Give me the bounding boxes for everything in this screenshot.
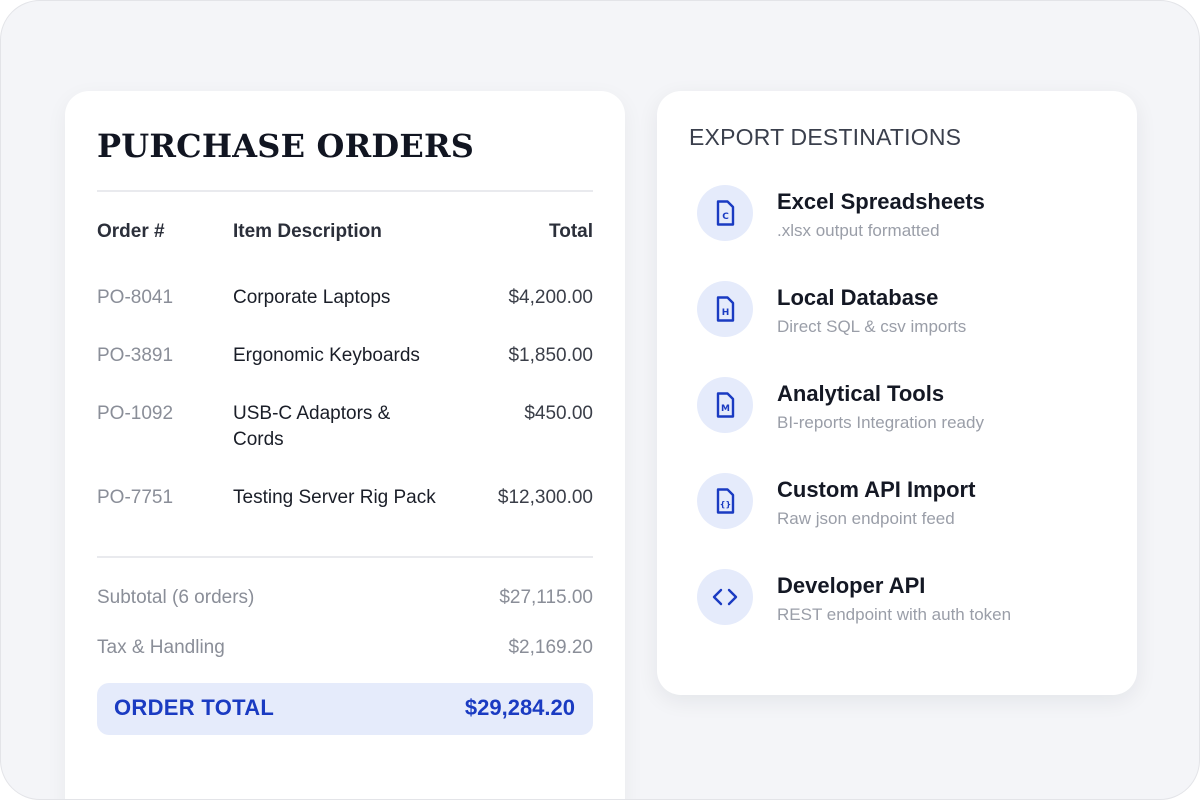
destination-label: Developer API xyxy=(777,573,926,598)
file-glyph: M xyxy=(721,404,730,414)
table-row-total: $1,850.00 xyxy=(508,345,593,366)
tax-label: Tax & Handling xyxy=(97,637,225,658)
order-total-bar: ORDER TOTAL $29,284.20 xyxy=(97,683,593,735)
header-divider xyxy=(97,190,593,192)
export-destination-local-database[interactable]: H Local Database Direct SQL & csv import… xyxy=(697,281,1117,345)
destination-label: Analytical Tools xyxy=(777,381,945,406)
subtotal-label: Subtotal (6 orders) xyxy=(97,587,255,608)
column-header-total: Total xyxy=(549,221,593,242)
purchase-orders-card: PURCHASE ORDERS Order # Item Description… xyxy=(65,91,625,799)
file-braces-icon: {} xyxy=(697,473,753,529)
order-total-label: ORDER TOTAL xyxy=(114,695,275,720)
summary-divider xyxy=(97,556,593,558)
export-destinations-card: EXPORT DESTINATIONS C Excel Spreadsheets… xyxy=(657,91,1137,695)
file-c-icon: C xyxy=(697,185,753,241)
table-row-item: Testing Server Rig Pack xyxy=(233,487,436,508)
table-row-total: $450.00 xyxy=(524,403,593,424)
table-row-order-id: PO-8041 xyxy=(97,287,174,308)
table-row-item: Ergonomic Keyboards xyxy=(233,345,420,366)
destination-description: REST endpoint with auth token xyxy=(777,605,1012,624)
table-row-item: USB-C Adaptors & Cords xyxy=(233,403,391,450)
destination-label: Custom API Import xyxy=(777,477,976,502)
destination-description: Direct SQL & csv imports xyxy=(777,317,967,336)
subtotal-value: $27,115.00 xyxy=(499,587,593,608)
destination-description: .xlsx output formatted xyxy=(777,221,940,240)
table-row-total: $4,200.00 xyxy=(508,287,593,308)
export-destination-custom-api-import[interactable]: {} Custom API Import Raw json endpoint f… xyxy=(697,473,1117,537)
column-header-order: Order # xyxy=(97,221,165,242)
destination-description: BI-reports Integration ready xyxy=(777,413,984,432)
purchase-orders-title: PURCHASE ORDERS xyxy=(97,127,475,165)
table-row-total: $12,300.00 xyxy=(497,487,593,508)
app-canvas: PURCHASE ORDERS Order # Item Description… xyxy=(0,0,1200,800)
column-header-item: Item Description xyxy=(233,221,382,242)
file-m-icon: M xyxy=(697,377,753,433)
code-brackets-icon xyxy=(697,569,753,625)
file-glyph: {} xyxy=(720,500,731,509)
export-destination-excel[interactable]: C Excel Spreadsheets .xlsx output format… xyxy=(697,185,1117,249)
tax-value: $2,169.20 xyxy=(508,637,593,658)
file-glyph: C xyxy=(722,212,729,222)
table-row-order-id: PO-3891 xyxy=(97,345,174,366)
destination-label: Excel Spreadsheets xyxy=(777,189,985,214)
order-total-value: $29,284.20 xyxy=(464,695,575,720)
table-row-order-id: PO-7751 xyxy=(97,487,174,508)
destination-label: Local Database xyxy=(777,285,939,310)
export-destinations-title: EXPORT DESTINATIONS xyxy=(689,124,962,150)
export-destination-analytical-tools[interactable]: M Analytical Tools BI-reports Integratio… xyxy=(697,377,1117,441)
table-row-order-id: PO-1092 xyxy=(97,403,174,424)
file-h-icon: H xyxy=(697,281,753,337)
table-row-item: Corporate Laptops xyxy=(233,287,391,308)
destination-description: Raw json endpoint feed xyxy=(777,509,955,528)
file-glyph: H xyxy=(722,308,730,318)
export-destination-developer-api[interactable]: Developer API REST endpoint with auth to… xyxy=(697,569,1117,633)
